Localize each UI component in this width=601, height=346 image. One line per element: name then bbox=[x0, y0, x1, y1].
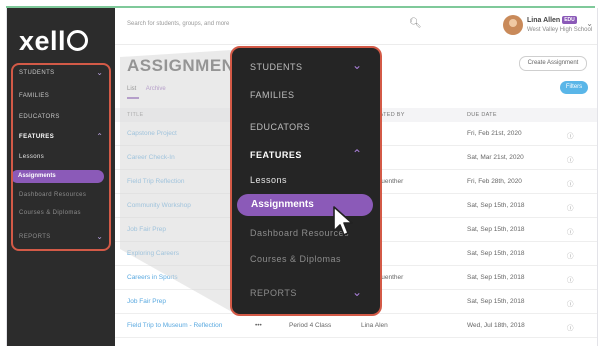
menu-item-educators[interactable]: EDUCATORS bbox=[250, 122, 310, 132]
assignment-title-link[interactable]: Job Fair Prep bbox=[127, 298, 166, 305]
assignment-title-link[interactable]: Field Trip Reflection bbox=[127, 178, 184, 185]
menu-item-students[interactable]: STUDENTS bbox=[250, 62, 303, 72]
due-date: Wed, Jul 18th, 2018 bbox=[467, 322, 525, 329]
assignment-title-link[interactable]: Community Workshop bbox=[127, 202, 191, 209]
logo-o-ring bbox=[67, 30, 89, 51]
info-icon[interactable]: ⓘ bbox=[567, 250, 574, 260]
tab-archive[interactable]: Archive bbox=[146, 86, 166, 92]
avatar[interactable] bbox=[503, 15, 523, 35]
chevron-up-icon[interactable]: ⌃ bbox=[352, 147, 362, 161]
assignment-title-link[interactable]: Careers in Sports bbox=[127, 274, 178, 281]
menu-item-features[interactable]: FEATURES bbox=[250, 150, 302, 160]
chevron-down-icon[interactable]: ⌄ bbox=[352, 285, 362, 299]
info-icon[interactable]: ⓘ bbox=[567, 202, 574, 212]
user-school: West Valley High School bbox=[527, 27, 593, 33]
user-name[interactable]: Lina Allen EDU bbox=[527, 16, 577, 24]
assignment-title-link[interactable]: Exploring Careers bbox=[127, 250, 179, 257]
info-icon[interactable]: ⓘ bbox=[567, 274, 574, 284]
menu-item-lessons[interactable]: Lessons bbox=[250, 175, 287, 185]
due-date: Sat, Sep 15th, 2018 bbox=[467, 274, 525, 281]
info-icon[interactable]: ⓘ bbox=[567, 154, 574, 164]
mouse-cursor-icon bbox=[333, 206, 353, 236]
info-icon[interactable]: ⓘ bbox=[567, 130, 574, 140]
assignment-title-link[interactable]: Career Check-In bbox=[127, 154, 175, 161]
tab-list[interactable]: List bbox=[127, 86, 136, 92]
due-date: Fri, Feb 21st, 2020 bbox=[467, 130, 522, 137]
top-bar: Search for students, groups, and more 🔍︎… bbox=[115, 8, 597, 45]
tabs: List Archive bbox=[127, 86, 174, 92]
assignment-title-link[interactable]: Capstone Project bbox=[127, 130, 177, 137]
sidebar-highlight-outline bbox=[11, 63, 111, 251]
menu-item-courses-diplomas[interactable]: Courses & Diplomas bbox=[250, 254, 341, 264]
active-tab-indicator bbox=[127, 97, 139, 99]
info-icon[interactable]: ⓘ bbox=[567, 298, 574, 308]
due-date: Sat, Mar 21st, 2020 bbox=[467, 154, 524, 161]
due-date: Sat, Sep 15th, 2018 bbox=[467, 202, 525, 209]
menu-item-families[interactable]: FAMILIES bbox=[250, 90, 295, 100]
sidebar: xell STUDENTS ⌄ FAMILIES EDUCATORS FEATU… bbox=[7, 8, 115, 346]
more-options-icon[interactable]: ••• bbox=[255, 322, 262, 329]
table-row[interactable]: Field Trip to Museum - Reflection ••• Peri… bbox=[115, 314, 597, 338]
search-input[interactable]: Search for students, groups, and more bbox=[127, 21, 229, 27]
due-date: Sat, Sep 15th, 2018 bbox=[467, 298, 525, 305]
column-header-title[interactable]: TITLE bbox=[127, 112, 143, 118]
search-icon[interactable]: 🔍︎ bbox=[409, 18, 422, 29]
chevron-down-icon[interactable]: ⌄ bbox=[352, 58, 362, 72]
zoomed-menu-callout: STUDENTS ⌄ FAMILIES EDUCATORS FEATURES ⌃… bbox=[230, 46, 382, 316]
info-icon[interactable]: ⓘ bbox=[567, 178, 574, 188]
due-date: Sat, Sep 15th, 2018 bbox=[467, 226, 525, 233]
class-name: Period 4 Class bbox=[289, 322, 332, 329]
due-date: Fri, Feb 28th, 2020 bbox=[467, 178, 522, 185]
user-name-text: Lina Allen bbox=[527, 17, 561, 24]
create-assignment-button[interactable]: Create Assignment bbox=[519, 56, 587, 71]
due-date: Sat, Sep 15th, 2018 bbox=[467, 250, 525, 257]
xello-logo[interactable]: xell bbox=[19, 26, 89, 57]
menu-item-reports[interactable]: REPORTS bbox=[250, 288, 297, 298]
column-header-due-date[interactable]: DUE DATE bbox=[467, 112, 497, 118]
screenshot-frame: xell STUDENTS ⌄ FAMILIES EDUCATORS FEATU… bbox=[0, 0, 601, 346]
info-icon[interactable]: ⓘ bbox=[567, 226, 574, 236]
created-by: Lina Alen bbox=[361, 322, 388, 329]
assignment-title-link[interactable]: Job Fair Prep bbox=[127, 226, 166, 233]
logo-text: xell bbox=[19, 26, 67, 56]
info-icon[interactable]: ⓘ bbox=[567, 322, 574, 332]
chevron-down-icon[interactable]: ⌄ bbox=[586, 19, 593, 28]
filters-button[interactable]: Filters bbox=[560, 81, 588, 94]
assignment-title-link[interactable]: Field Trip to Museum - Reflection bbox=[127, 322, 222, 329]
edu-badge: EDU bbox=[562, 16, 577, 24]
